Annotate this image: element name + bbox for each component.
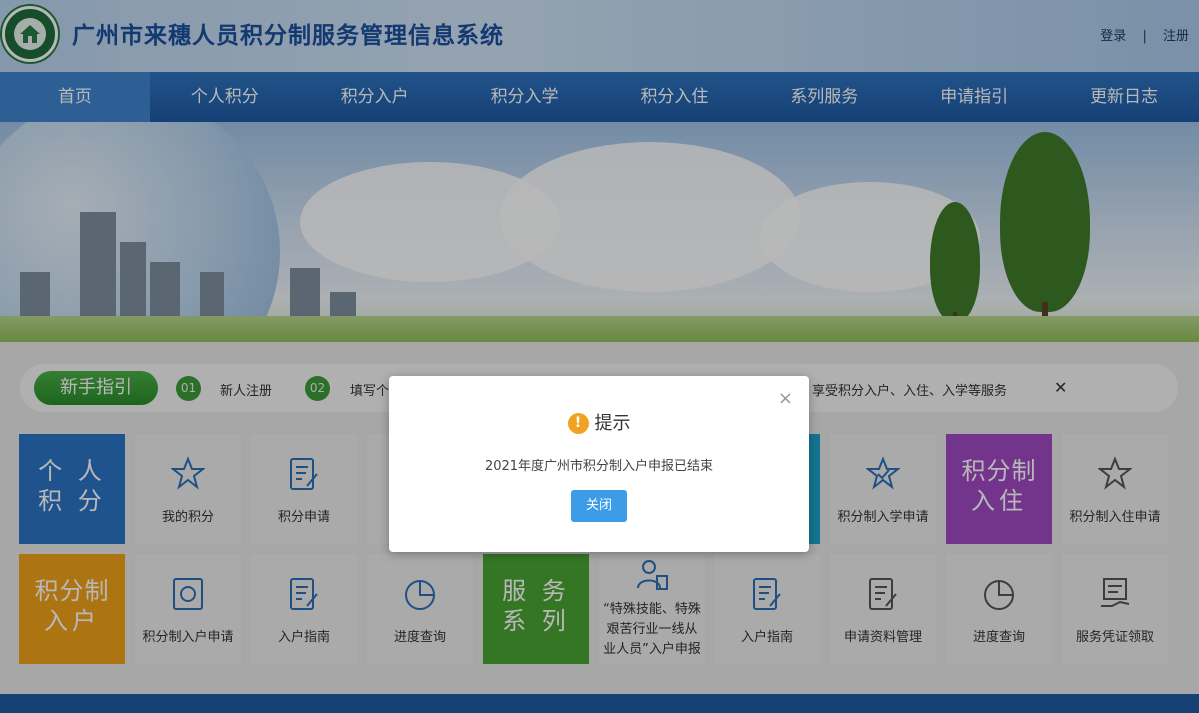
close-button[interactable]: 关闭 [571,490,627,522]
warning-icon: ! [567,413,589,434]
dialog-title: ! 提示 [389,409,809,435]
dialog-message: 2021年度广州市积分制入户申报已结束 [484,459,714,474]
modal-backdrop[interactable] [0,0,1199,713]
dialog-title-text: 提示 [594,413,631,434]
close-icon[interactable]: × [778,390,793,408]
notice-dialog: × ! 提示 2021年度广州市积分制入户申报已结束 关闭 [389,376,809,552]
